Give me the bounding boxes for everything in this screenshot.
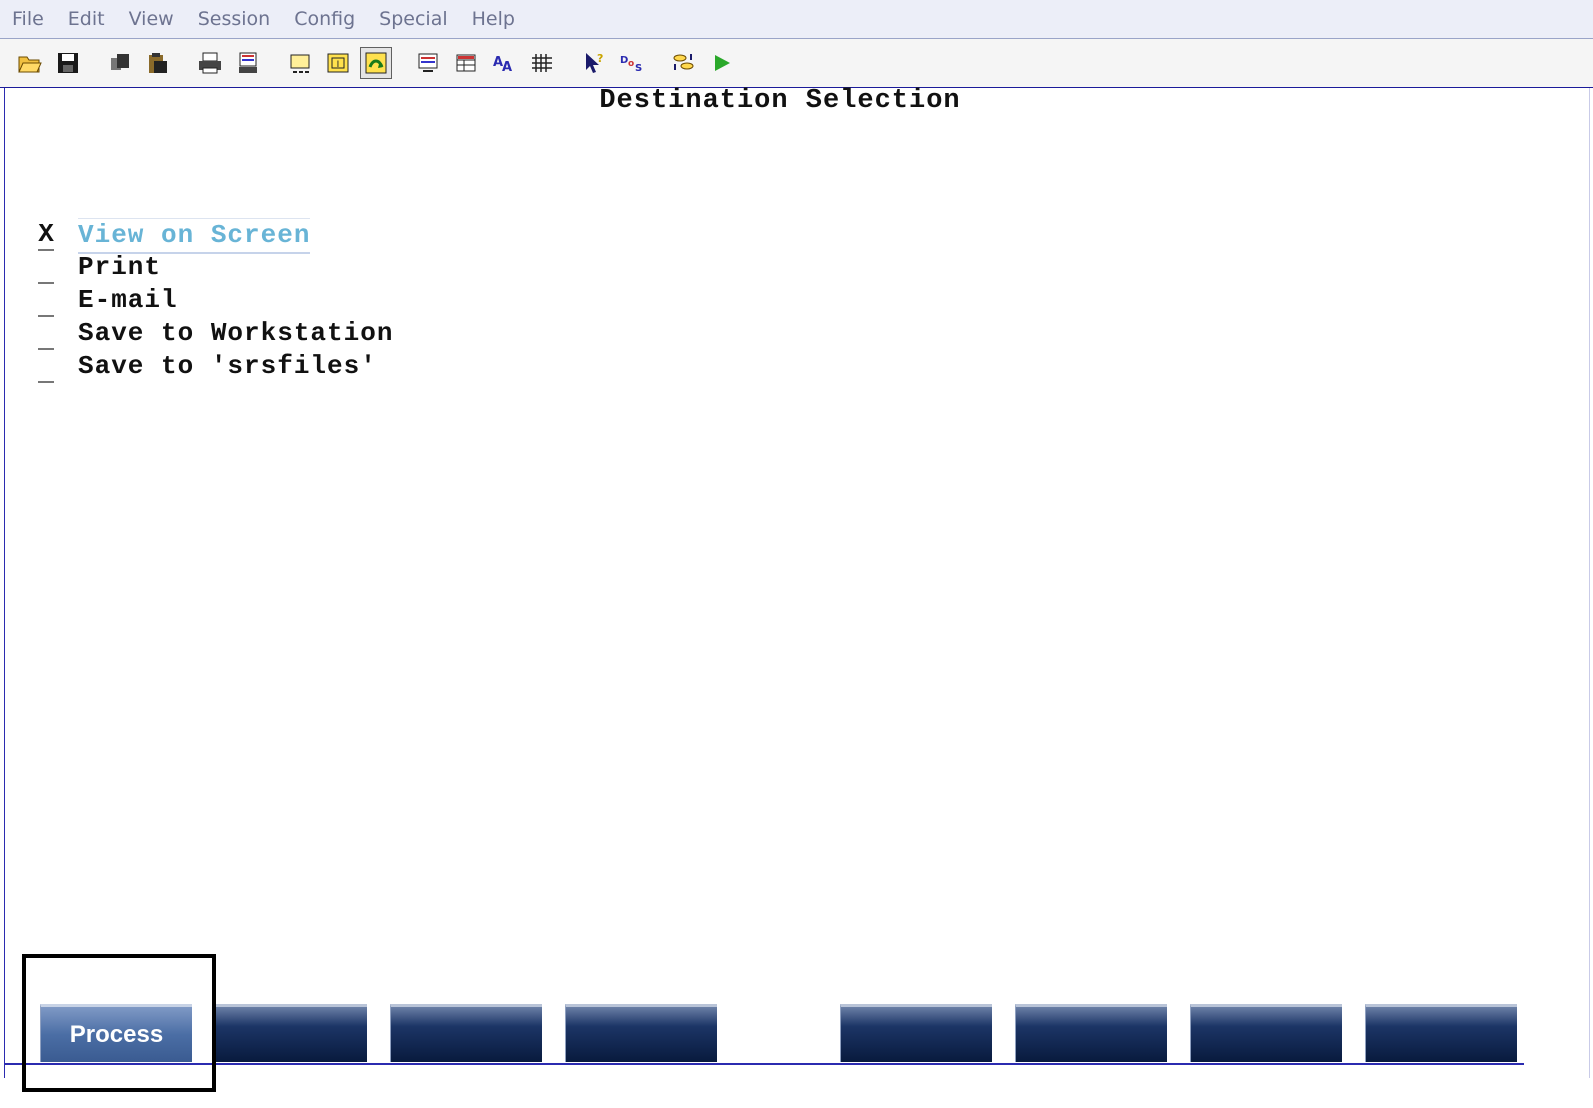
field-icon[interactable]: [450, 47, 482, 79]
function-key-bar: Process: [0, 1004, 1593, 1064]
option-selector[interactable]: [36, 317, 56, 350]
attention-icon[interactable]: I: [322, 47, 354, 79]
frame-right-border: [1589, 88, 1590, 1078]
help-pointer-icon[interactable]: ?: [578, 47, 610, 79]
print-screen-icon[interactable]: [232, 47, 264, 79]
option-selector[interactable]: [36, 251, 56, 284]
frame-bottom-border: [4, 1063, 1524, 1065]
svg-text:?: ?: [597, 52, 603, 65]
print-icon[interactable]: [194, 47, 226, 79]
option-label: E-mail: [78, 285, 178, 315]
copy-icon[interactable]: [104, 47, 136, 79]
option-view-on-screen[interactable]: X View on Screen: [36, 218, 393, 254]
menu-file[interactable]: File: [0, 0, 56, 38]
hotspot-icon[interactable]: [360, 47, 392, 79]
terminal-emulator-window: File Edit View Session Config Special He…: [0, 0, 1593, 1108]
option-label: View on Screen: [78, 218, 311, 254]
screen-title: Destination Selection: [599, 86, 961, 116]
svg-text:S: S: [635, 63, 642, 74]
function-key-8[interactable]: [1365, 1004, 1517, 1062]
transfer-icon[interactable]: [668, 47, 700, 79]
function-key-6[interactable]: [1015, 1004, 1167, 1062]
display-icon[interactable]: [412, 47, 444, 79]
svg-text:A: A: [502, 60, 512, 75]
option-save-to-workstation[interactable]: Save to Workstation: [36, 317, 393, 350]
macro-icon[interactable]: [284, 47, 316, 79]
frame-left-border: [4, 88, 5, 1078]
dos-icon[interactable]: DoS: [616, 47, 648, 79]
keypad-icon[interactable]: [526, 47, 558, 79]
function-key-2[interactable]: [215, 1004, 367, 1062]
menu-view[interactable]: View: [117, 0, 186, 38]
option-label: Save to Workstation: [78, 318, 394, 348]
menu-special[interactable]: Special: [367, 0, 459, 38]
toolbar: I AA ? DoS: [0, 39, 1593, 88]
svg-text:o: o: [628, 59, 634, 69]
save-icon[interactable]: [52, 47, 84, 79]
option-save-to-srsfiles[interactable]: Save to 'srsfiles': [36, 350, 393, 383]
destination-options: X View on Screen Print E-mail Save to Wo…: [36, 218, 393, 383]
paste-icon[interactable]: [142, 47, 174, 79]
option-label: Save to 'srsfiles': [78, 351, 377, 381]
font-icon[interactable]: AA: [488, 47, 520, 79]
open-folder-icon[interactable]: [14, 47, 46, 79]
option-label: Print: [78, 252, 162, 282]
function-key-7[interactable]: [1190, 1004, 1342, 1062]
option-selector[interactable]: X: [36, 218, 56, 251]
svg-text:I: I: [337, 60, 340, 70]
option-selector[interactable]: [36, 284, 56, 317]
menu-session[interactable]: Session: [186, 0, 283, 38]
option-selector[interactable]: [36, 350, 56, 383]
function-key-3[interactable]: [390, 1004, 542, 1062]
option-email[interactable]: E-mail: [36, 284, 393, 317]
function-key-4[interactable]: [565, 1004, 717, 1062]
menu-edit[interactable]: Edit: [56, 0, 117, 38]
menu-help[interactable]: Help: [460, 0, 527, 38]
function-key-5[interactable]: [840, 1004, 992, 1062]
process-button[interactable]: Process: [40, 1004, 192, 1062]
menu-bar: File Edit View Session Config Special He…: [0, 0, 1593, 39]
play-icon[interactable]: [706, 47, 738, 79]
menu-config[interactable]: Config: [282, 0, 367, 38]
option-print[interactable]: Print: [36, 251, 393, 284]
